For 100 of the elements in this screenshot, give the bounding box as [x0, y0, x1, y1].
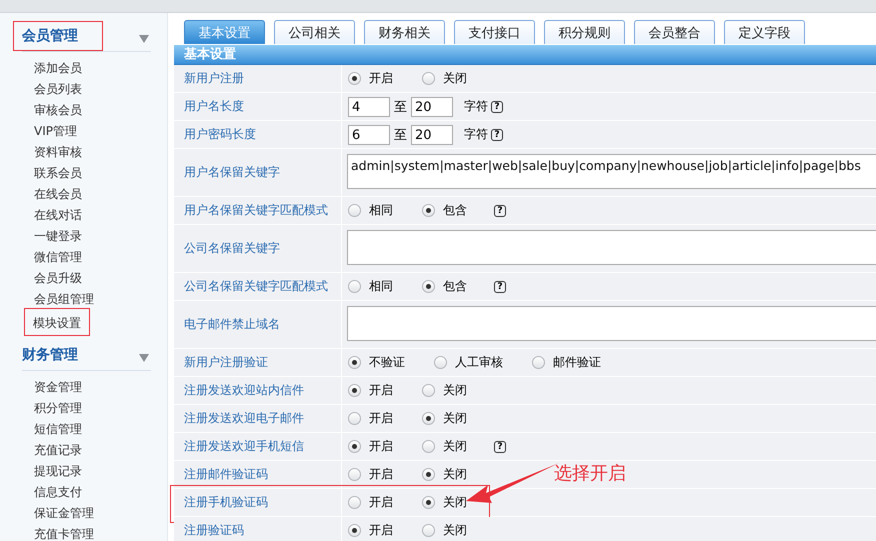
radio-button[interactable]: [348, 280, 361, 293]
sidebar-item[interactable]: 会员升级: [33, 268, 91, 287]
setting-label: 注册验证码: [184, 522, 244, 539]
text-area[interactable]: [347, 306, 876, 341]
setting-label: 公司名保留关键字匹配模式: [184, 278, 328, 295]
sidebar-item[interactable]: 审核会员: [33, 100, 91, 119]
radio-label: 相同: [369, 278, 393, 295]
radio-label: 不验证: [369, 354, 405, 371]
radio-label: 开启: [369, 494, 393, 511]
radio-label: 关闭: [443, 438, 467, 455]
text-area[interactable]: admin|system|master|web|sale|buy|company|newhouse|job|article|info|page|bbs: [347, 154, 876, 189]
sidebar-item[interactable]: 添加会员: [33, 58, 91, 77]
radio-button[interactable]: [422, 204, 435, 217]
radio-button[interactable]: [348, 524, 361, 537]
radio-label: 相同: [369, 202, 393, 219]
sidebar-item[interactable]: 联系会员: [33, 163, 91, 182]
sidebar-item[interactable]: 会员组管理: [33, 289, 103, 308]
sidebar-item[interactable]: 资金管理: [33, 377, 91, 396]
tab[interactable]: 支付接口: [454, 20, 535, 44]
sidebar-item[interactable]: 微信管理: [33, 247, 91, 266]
radio-button[interactable]: [422, 524, 435, 537]
caret-icon[interactable]: [139, 354, 149, 362]
radio-label: 开启: [369, 522, 393, 539]
setting-label: 注册发送欢迎站内信件: [184, 382, 304, 399]
number-field[interactable]: 4: [348, 96, 390, 116]
help-icon[interactable]: ?: [494, 204, 506, 216]
radio-button[interactable]: [348, 468, 361, 481]
sidebar-item[interactable]: 提现记录: [33, 461, 91, 480]
sidebar-item[interactable]: 一键登录: [33, 226, 91, 245]
radio-button[interactable]: [348, 440, 361, 453]
section-header: 基本设置: [174, 45, 876, 65]
radio-button[interactable]: [422, 468, 435, 481]
radio-button[interactable]: [348, 204, 361, 217]
sidebar-item[interactable]: 模块设置: [24, 308, 90, 336]
setting-label: 用户密码长度: [184, 126, 256, 143]
radio-label: 人工审核: [455, 354, 503, 371]
setting-label: 注册发送欢迎手机短信: [184, 438, 304, 455]
radio-button[interactable]: [422, 412, 435, 425]
help-icon[interactable]: ?: [491, 100, 503, 112]
radio-button[interactable]: [434, 356, 447, 369]
help-icon[interactable]: ?: [494, 440, 506, 452]
setting-label: 注册手机验证码: [184, 494, 268, 511]
tab[interactable]: 会员整合: [634, 20, 715, 44]
radio-label: 开启: [369, 70, 393, 87]
radio-button[interactable]: [348, 384, 361, 397]
tab[interactable]: 公司相关: [274, 20, 355, 44]
setting-label: 公司名保留关键字: [184, 240, 280, 257]
tab[interactable]: 财务相关: [364, 20, 445, 44]
sidebar-item[interactable]: 会员列表: [33, 79, 91, 98]
setting-label: 电子邮件禁止域名: [184, 316, 280, 333]
radio-label: 关闭: [443, 410, 467, 427]
radio-label: 开启: [369, 466, 393, 483]
radio-button[interactable]: [532, 356, 545, 369]
sidebar-item[interactable]: 保证金管理: [33, 503, 103, 522]
radio-button[interactable]: [422, 440, 435, 453]
setting-label: 新用户注册验证: [184, 354, 268, 371]
radio-label: 包含: [443, 202, 467, 219]
radio-label: 开启: [369, 382, 393, 399]
radio-button[interactable]: [422, 280, 435, 293]
setting-label: 用户名保留关键字匹配模式: [184, 202, 328, 219]
tab[interactable]: 积分规则: [544, 20, 625, 44]
radio-button[interactable]: [348, 412, 361, 425]
sidebar-item[interactable]: 在线对话: [33, 205, 91, 224]
setting-label: 注册发送欢迎电子邮件: [184, 410, 304, 427]
tab[interactable]: 定义字段: [724, 20, 805, 44]
setting-label: 用户名长度: [184, 98, 244, 115]
annotation-text: 选择开启: [554, 462, 626, 485]
radio-label: 邮件验证: [553, 354, 601, 371]
text-area[interactable]: [347, 230, 876, 265]
number-field[interactable]: 20: [411, 96, 453, 116]
unit-label: 字符: [464, 126, 488, 143]
help-icon[interactable]: ?: [491, 128, 503, 140]
sidebar-item[interactable]: 充值卡管理: [33, 524, 103, 541]
number-field[interactable]: 20: [411, 124, 453, 144]
help-icon[interactable]: ?: [494, 280, 506, 292]
radio-label: 开启: [369, 410, 393, 427]
radio-button[interactable]: [422, 496, 435, 509]
sidebar-item[interactable]: VIP管理: [33, 121, 86, 140]
caret-icon[interactable]: [139, 35, 149, 43]
radio-button[interactable]: [422, 384, 435, 397]
radio-button[interactable]: [348, 496, 361, 509]
radio-label: 包含: [443, 278, 467, 295]
radio-button[interactable]: [422, 72, 435, 85]
setting-label: 用户名保留关键字: [184, 164, 280, 181]
radio-label: 开启: [369, 438, 393, 455]
radio-label: 关闭: [443, 70, 467, 87]
sidebar-item[interactable]: 积分管理: [33, 398, 91, 417]
sidebar-group-title[interactable]: 会员管理: [13, 21, 103, 51]
radio-label: 关闭: [443, 382, 467, 399]
sidebar-item[interactable]: 信息支付: [33, 482, 91, 501]
number-field[interactable]: 6: [348, 124, 390, 144]
sidebar-item[interactable]: 在线会员: [33, 184, 91, 203]
radio-button[interactable]: [348, 72, 361, 85]
radio-label: 关闭: [443, 466, 467, 483]
sidebar-item[interactable]: 充值记录: [33, 440, 91, 459]
sidebar-group-title[interactable]: 财务管理: [13, 340, 103, 370]
sidebar-item[interactable]: 短信管理: [33, 419, 91, 438]
radio-button[interactable]: [348, 356, 361, 369]
sidebar-item[interactable]: 资料审核: [33, 142, 91, 161]
unit-label: 字符: [464, 98, 488, 115]
